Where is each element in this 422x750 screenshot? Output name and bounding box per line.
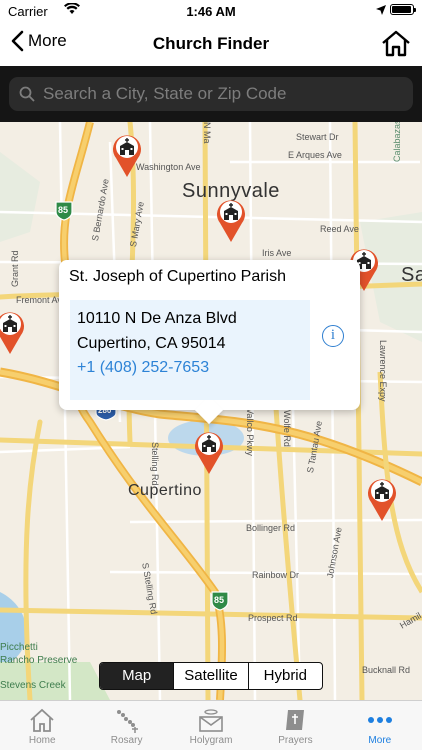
tab-label: Holygram xyxy=(189,735,233,746)
street-label: Bollinger Rd xyxy=(246,523,296,533)
street-label: Rainbow Dr xyxy=(252,570,300,580)
search-bar xyxy=(0,66,422,122)
battery-icon xyxy=(390,4,416,15)
church-pin[interactable] xyxy=(111,130,143,178)
search-input[interactable] xyxy=(43,84,403,104)
status-time: 1:46 AM xyxy=(186,4,236,19)
street-label: N Ma xyxy=(202,122,212,144)
tab-more[interactable]: More xyxy=(338,701,422,750)
map-type-hybrid[interactable]: Hybrid xyxy=(247,663,322,689)
church-pin[interactable] xyxy=(366,474,398,522)
tab-label: Rosary xyxy=(110,735,143,746)
map-type-satellite[interactable]: Satellite xyxy=(173,663,247,689)
street-label: E Arques Ave xyxy=(288,150,342,160)
street-label: Prospect Rd xyxy=(248,613,298,623)
tab-label: More xyxy=(368,735,392,746)
more-icon xyxy=(367,717,392,723)
address-line2: Cupertino, CA 95014 xyxy=(77,335,226,352)
map-type-map[interactable]: Map xyxy=(100,663,174,689)
phone-link[interactable]: +1 (408) 252-7653 xyxy=(77,359,209,377)
street-label: Stewart Dr xyxy=(296,132,339,142)
church-callout[interactable]: St. Joseph of Cupertino Parish 10110 N D… xyxy=(59,260,360,410)
map-view[interactable]: 85 85 280 Washington Ave N Ma Stewart Dr… xyxy=(0,122,422,700)
street-label: Iris Ave xyxy=(262,248,292,258)
home-icon xyxy=(30,708,54,732)
church-pin-icon xyxy=(217,200,245,242)
search-box[interactable] xyxy=(9,77,413,111)
tab-label: Prayers xyxy=(278,735,313,746)
tab-holygram[interactable]: Holygram xyxy=(169,701,253,750)
tab-prayers[interactable]: Prayers xyxy=(253,701,337,750)
prayer-book-icon xyxy=(286,710,305,730)
search-icon xyxy=(19,86,35,102)
church-pin-icon xyxy=(195,432,223,474)
navigation-bar: More Church Finder xyxy=(0,22,422,66)
street-label: Bucknall Rd xyxy=(362,665,411,675)
tab-rosary[interactable]: Rosary xyxy=(84,701,168,750)
street-label: Calabazas Creek xyxy=(392,122,402,162)
location-arrow-icon xyxy=(376,4,386,15)
info-icon[interactable]: i xyxy=(322,325,344,347)
map-type-selector: Map Satellite Hybrid xyxy=(99,662,323,690)
envelope-icon xyxy=(199,709,223,732)
street-label: Lawrence Expy xyxy=(378,340,388,402)
tab-home[interactable]: Home xyxy=(0,701,84,750)
church-details: 10110 N De Anza Blvd Cupertino, CA 95014… xyxy=(70,300,310,400)
church-pin[interactable] xyxy=(215,195,247,243)
highway-85-label: 85 xyxy=(214,595,225,605)
church-pin[interactable] xyxy=(0,307,26,355)
status-bar: Carrier 1:46 AM xyxy=(0,0,422,22)
city-label-santa-clara: Sa xyxy=(401,264,422,286)
street-label: Stelling Rd xyxy=(150,442,160,486)
rosary-icon xyxy=(116,710,138,733)
church-pin-selected[interactable] xyxy=(193,427,225,475)
city-label-cupertino: Cupertino xyxy=(128,482,202,499)
street-label: Reed Ave xyxy=(320,224,359,234)
address-line1: 10110 N De Anza Blvd xyxy=(77,310,237,327)
street-label: Wolfe Rd xyxy=(282,410,292,447)
home-icon xyxy=(382,30,410,57)
street-label: Vallco Pkwy xyxy=(245,408,255,456)
church-pin-icon xyxy=(113,135,141,177)
highway-85-label: 85 xyxy=(58,205,69,215)
park-label: Picchetti xyxy=(0,642,38,653)
church-name: St. Joseph of Cupertino Parish xyxy=(69,268,287,285)
tab-label: Home xyxy=(28,735,56,746)
home-button[interactable] xyxy=(380,28,412,60)
park-label: Stevens Creek xyxy=(0,680,66,691)
tab-bar: Home Rosary Holygram Prayers More xyxy=(0,700,422,750)
page-title: Church Finder xyxy=(152,34,270,53)
street-label: Grant Rd xyxy=(10,250,20,287)
church-pin-icon xyxy=(0,312,24,354)
street-label: Washington Ave xyxy=(136,162,201,172)
church-pin-icon xyxy=(368,479,396,521)
park-label: Rancho Preserve xyxy=(0,655,78,666)
